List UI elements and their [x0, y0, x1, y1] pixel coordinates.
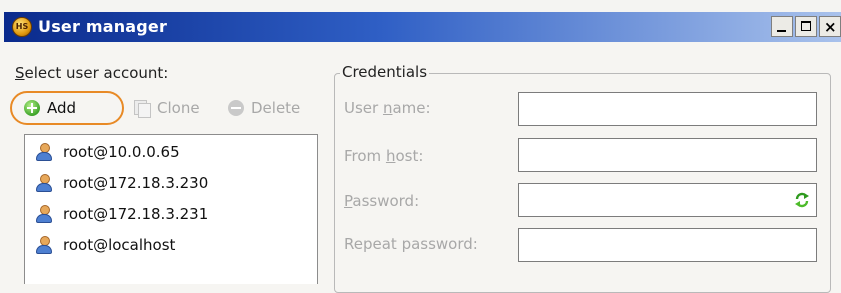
add-label: Add — [47, 99, 77, 117]
credentials-legend: Credentials — [340, 63, 430, 81]
delete-label: Delete — [251, 99, 301, 117]
list-item[interactable]: root@10.0.0.65 — [35, 139, 180, 165]
user-icon — [35, 236, 53, 254]
title-bar[interactable]: HS User manager × — [4, 12, 841, 42]
refresh-icon[interactable] — [794, 192, 810, 208]
select-user-account-label: Select user account: — [15, 64, 168, 82]
user-icon — [35, 143, 53, 161]
list-item[interactable]: root@localhost — [35, 232, 175, 258]
close-icon: × — [824, 18, 837, 36]
app-logo-icon: HS — [12, 17, 32, 37]
user-account-name: root@10.0.0.65 — [63, 143, 180, 161]
close-button[interactable]: × — [819, 16, 841, 37]
minimize-button[interactable] — [771, 16, 793, 37]
delete-circle-icon — [228, 100, 244, 116]
user-icon — [35, 174, 53, 192]
user-toolbar: Add Clone Delete — [10, 91, 320, 125]
user-account-list[interactable]: root@10.0.0.65 root@172.18.3.230 root@17… — [24, 134, 318, 284]
clone-icon — [134, 100, 151, 118]
user-account-name: root@172.18.3.231 — [63, 205, 209, 223]
repeat-password-label: Repeat password: — [344, 235, 478, 253]
delete-user-button[interactable]: Delete — [228, 91, 300, 125]
list-item[interactable]: root@172.18.3.230 — [35, 170, 208, 196]
user-icon — [35, 205, 53, 223]
user-account-name: root@localhost — [63, 236, 176, 254]
window-controls: × — [771, 16, 841, 38]
clone-label: Clone — [157, 99, 200, 117]
password-field[interactable] — [518, 183, 817, 217]
label-text: elect user account: — [24, 64, 169, 82]
window-top-edge — [0, 0, 841, 12]
minimize-icon — [777, 30, 786, 32]
maximize-icon — [801, 21, 811, 31]
label-mnemonic: S — [15, 64, 25, 82]
user-name-label: User name: — [344, 99, 431, 117]
clone-user-button[interactable]: Clone — [134, 91, 200, 125]
add-user-button[interactable]: Add — [10, 91, 124, 125]
from-host-label: From host: — [344, 147, 424, 165]
user-name-field[interactable] — [518, 92, 817, 126]
repeat-password-field[interactable] — [518, 228, 817, 262]
list-item[interactable]: root@172.18.3.231 — [35, 201, 208, 227]
window-title: User manager — [38, 17, 168, 36]
maximize-button[interactable] — [795, 16, 817, 37]
from-host-field[interactable] — [518, 138, 817, 172]
user-account-name: root@172.18.3.230 — [63, 174, 209, 192]
password-label: Password: — [344, 192, 420, 210]
add-circle-icon — [24, 100, 40, 116]
